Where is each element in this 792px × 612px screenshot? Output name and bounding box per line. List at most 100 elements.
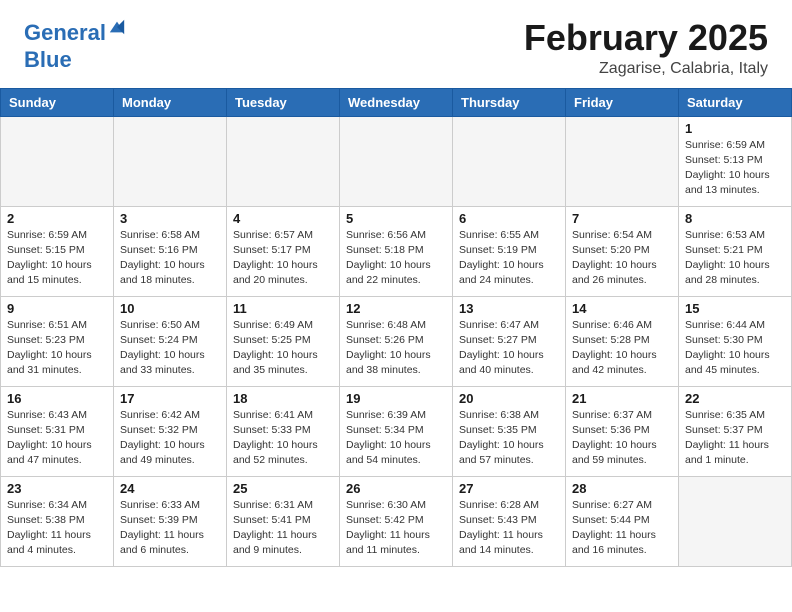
day-number: 21	[572, 391, 672, 406]
day-number: 4	[233, 211, 333, 226]
col-friday: Friday	[566, 88, 679, 116]
col-saturday: Saturday	[679, 88, 792, 116]
day-info: Sunrise: 6:28 AM Sunset: 5:43 PM Dayligh…	[459, 498, 559, 559]
day-info: Sunrise: 6:46 AM Sunset: 5:28 PM Dayligh…	[572, 318, 672, 379]
col-sunday: Sunday	[1, 88, 114, 116]
day-info: Sunrise: 6:39 AM Sunset: 5:34 PM Dayligh…	[346, 408, 446, 469]
calendar-week-1: 1 Sunrise: 6:59 AM Sunset: 5:13 PM Daylig…	[1, 116, 792, 206]
day-number: 14	[572, 301, 672, 316]
day-number: 24	[120, 481, 220, 496]
calendar-cell	[1, 116, 114, 206]
day-number: 8	[685, 211, 785, 226]
calendar-cell: 20 Sunrise: 6:38 AM Sunset: 5:35 PM Dayli…	[453, 386, 566, 476]
logo: General Blue	[24, 18, 126, 72]
day-number: 5	[346, 211, 446, 226]
calendar-cell: 21 Sunrise: 6:37 AM Sunset: 5:36 PM Dayli…	[566, 386, 679, 476]
calendar-week-5: 23 Sunrise: 6:34 AM Sunset: 5:38 PM Dayli…	[1, 476, 792, 566]
day-info: Sunrise: 6:48 AM Sunset: 5:26 PM Dayligh…	[346, 318, 446, 379]
calendar-cell: 19 Sunrise: 6:39 AM Sunset: 5:34 PM Dayli…	[340, 386, 453, 476]
calendar-cell: 28 Sunrise: 6:27 AM Sunset: 5:44 PM Dayli…	[566, 476, 679, 566]
calendar-cell: 7 Sunrise: 6:54 AM Sunset: 5:20 PM Daylig…	[566, 206, 679, 296]
calendar-week-3: 9 Sunrise: 6:51 AM Sunset: 5:23 PM Daylig…	[1, 296, 792, 386]
day-number: 16	[7, 391, 107, 406]
day-number: 3	[120, 211, 220, 226]
calendar-cell: 27Sunrise: 6:28 AM Sunset: 5:43 PM Dayli…	[453, 476, 566, 566]
calendar-week-2: 2Sunrise: 6:59 AM Sunset: 5:15 PM Daylig…	[1, 206, 792, 296]
day-info: Sunrise: 6:44 AM Sunset: 5:30 PM Dayligh…	[685, 318, 785, 379]
calendar-cell: 12Sunrise: 6:48 AM Sunset: 5:26 PM Dayli…	[340, 296, 453, 386]
day-number: 23	[7, 481, 107, 496]
day-number: 9	[7, 301, 107, 316]
day-info: Sunrise: 6:37 AM Sunset: 5:36 PM Dayligh…	[572, 408, 672, 469]
day-info: Sunrise: 6:56 AM Sunset: 5:18 PM Dayligh…	[346, 228, 446, 289]
day-info: Sunrise: 6:27 AM Sunset: 5:44 PM Dayligh…	[572, 498, 672, 559]
col-monday: Monday	[114, 88, 227, 116]
day-number: 1	[685, 121, 785, 136]
day-number: 15	[685, 301, 785, 316]
day-info: Sunrise: 6:47 AM Sunset: 5:27 PM Dayligh…	[459, 318, 559, 379]
day-number: 17	[120, 391, 220, 406]
day-number: 25	[233, 481, 333, 496]
month-title: February 2025	[524, 18, 768, 58]
calendar-cell: 26Sunrise: 6:30 AM Sunset: 5:42 PM Dayli…	[340, 476, 453, 566]
calendar-cell: 3 Sunrise: 6:58 AM Sunset: 5:16 PM Daylig…	[114, 206, 227, 296]
calendar-cell	[227, 116, 340, 206]
calendar-cell: 10 Sunrise: 6:50 AM Sunset: 5:24 PM Dayli…	[114, 296, 227, 386]
calendar-cell: 16 Sunrise: 6:43 AM Sunset: 5:31 PM Dayli…	[1, 386, 114, 476]
calendar-cell: 14 Sunrise: 6:46 AM Sunset: 5:28 PM Dayli…	[566, 296, 679, 386]
calendar-week-4: 16 Sunrise: 6:43 AM Sunset: 5:31 PM Dayli…	[1, 386, 792, 476]
day-info: Sunrise: 6:50 AM Sunset: 5:24 PM Dayligh…	[120, 318, 220, 379]
page: General Blue February 2025 Zagarise, Cal…	[0, 0, 792, 567]
day-number: 22	[685, 391, 785, 406]
day-number: 10	[120, 301, 220, 316]
day-info: Sunrise: 6:49 AM Sunset: 5:25 PM Dayligh…	[233, 318, 333, 379]
calendar-cell: 8 Sunrise: 6:53 AM Sunset: 5:21 PM Daylig…	[679, 206, 792, 296]
day-info: Sunrise: 6:53 AM Sunset: 5:21 PM Dayligh…	[685, 228, 785, 289]
calendar-cell: 2Sunrise: 6:59 AM Sunset: 5:15 PM Daylig…	[1, 206, 114, 296]
day-info: Sunrise: 6:30 AM Sunset: 5:42 PM Dayligh…	[346, 498, 446, 559]
day-info: Sunrise: 6:42 AM Sunset: 5:32 PM Dayligh…	[120, 408, 220, 469]
calendar-cell	[453, 116, 566, 206]
calendar-cell	[566, 116, 679, 206]
day-info: Sunrise: 6:38 AM Sunset: 5:35 PM Dayligh…	[459, 408, 559, 469]
header: General Blue February 2025 Zagarise, Cal…	[0, 0, 792, 88]
calendar-cell: 9 Sunrise: 6:51 AM Sunset: 5:23 PM Daylig…	[1, 296, 114, 386]
calendar-cell	[679, 476, 792, 566]
calendar-cell: 25 Sunrise: 6:31 AM Sunset: 5:41 PM Dayli…	[227, 476, 340, 566]
logo-icon	[108, 18, 126, 36]
day-info: Sunrise: 6:34 AM Sunset: 5:38 PM Dayligh…	[7, 498, 107, 559]
day-info: Sunrise: 6:58 AM Sunset: 5:16 PM Dayligh…	[120, 228, 220, 289]
calendar: Sunday Monday Tuesday Wednesday Thursday…	[0, 88, 792, 567]
day-info: Sunrise: 6:55 AM Sunset: 5:19 PM Dayligh…	[459, 228, 559, 289]
calendar-cell	[114, 116, 227, 206]
day-number: 19	[346, 391, 446, 406]
calendar-cell: 23 Sunrise: 6:34 AM Sunset: 5:38 PM Dayli…	[1, 476, 114, 566]
calendar-cell	[340, 116, 453, 206]
logo-text-blue: Blue	[24, 48, 126, 72]
day-info: Sunrise: 6:33 AM Sunset: 5:39 PM Dayligh…	[120, 498, 220, 559]
day-info: Sunrise: 6:57 AM Sunset: 5:17 PM Dayligh…	[233, 228, 333, 289]
day-info: Sunrise: 6:41 AM Sunset: 5:33 PM Dayligh…	[233, 408, 333, 469]
calendar-cell: 1 Sunrise: 6:59 AM Sunset: 5:13 PM Daylig…	[679, 116, 792, 206]
location: Zagarise, Calabria, Italy	[524, 60, 768, 78]
calendar-cell: 5 Sunrise: 6:56 AM Sunset: 5:18 PM Daylig…	[340, 206, 453, 296]
calendar-cell: 4 Sunrise: 6:57 AM Sunset: 5:17 PM Daylig…	[227, 206, 340, 296]
day-info: Sunrise: 6:54 AM Sunset: 5:20 PM Dayligh…	[572, 228, 672, 289]
day-number: 28	[572, 481, 672, 496]
calendar-cell: 13Sunrise: 6:47 AM Sunset: 5:27 PM Dayli…	[453, 296, 566, 386]
day-info: Sunrise: 6:31 AM Sunset: 5:41 PM Dayligh…	[233, 498, 333, 559]
day-number: 2	[7, 211, 107, 226]
logo-text: General	[24, 21, 106, 45]
day-info: Sunrise: 6:59 AM Sunset: 5:13 PM Dayligh…	[685, 138, 785, 199]
day-number: 7	[572, 211, 672, 226]
day-number: 20	[459, 391, 559, 406]
day-number: 18	[233, 391, 333, 406]
calendar-cell: 24 Sunrise: 6:33 AM Sunset: 5:39 PM Dayli…	[114, 476, 227, 566]
calendar-cell: 17 Sunrise: 6:42 AM Sunset: 5:32 PM Dayli…	[114, 386, 227, 476]
day-info: Sunrise: 6:43 AM Sunset: 5:31 PM Dayligh…	[7, 408, 107, 469]
day-info: Sunrise: 6:51 AM Sunset: 5:23 PM Dayligh…	[7, 318, 107, 379]
calendar-cell: 6Sunrise: 6:55 AM Sunset: 5:19 PM Daylig…	[453, 206, 566, 296]
calendar-cell: 15 Sunrise: 6:44 AM Sunset: 5:30 PM Dayli…	[679, 296, 792, 386]
day-info: Sunrise: 6:35 AM Sunset: 5:37 PM Dayligh…	[685, 408, 785, 469]
col-wednesday: Wednesday	[340, 88, 453, 116]
